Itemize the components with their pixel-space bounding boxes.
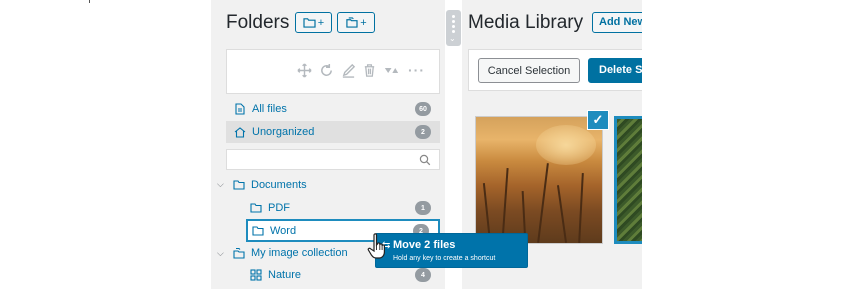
add-folder-label: + (317, 16, 325, 29)
image-highlight (536, 125, 596, 165)
folder-item-all-files[interactable]: All files 60 (226, 98, 440, 120)
folder-icon (250, 202, 262, 214)
chevron-down-icon: ⌄ (449, 34, 456, 43)
folder-label: Nature (268, 269, 302, 281)
folder-label: Documents (251, 179, 307, 191)
count-badge: 1 (415, 201, 431, 215)
media-folders-screen: Folders + + ··· All files 60 Unorganized… (0, 0, 850, 289)
edit-icon[interactable] (341, 63, 356, 81)
page-title: Media Library (468, 12, 584, 33)
sort-icon[interactable] (384, 63, 399, 81)
bulk-actions-bar: Cancel Selection Delete Selected (468, 49, 642, 91)
refresh-icon[interactable] (319, 63, 334, 81)
folder-icon (303, 18, 316, 28)
folder-label: PDF (268, 202, 290, 214)
folder-icon (252, 225, 264, 237)
handle-dot (452, 25, 455, 28)
folder-label: Word (270, 224, 297, 237)
drag-move-tooltip: ⇆ Move 2 files Hold any key to create a … (375, 233, 528, 268)
delete-selected-button[interactable]: Delete Selected (588, 58, 642, 83)
drag-title: Move 2 files (393, 239, 456, 251)
collection-icon (346, 17, 358, 28)
hand-cursor-icon (367, 233, 385, 259)
gallery-icon (250, 269, 262, 281)
image-detail (556, 185, 568, 243)
selected-check-icon[interactable]: ✓ (587, 110, 609, 130)
image-detail (537, 163, 549, 243)
more-icon[interactable]: ··· (408, 62, 425, 78)
collapse-documents-icon[interactable]: ⌵ (217, 179, 224, 190)
folder-label: Unorganized (252, 126, 315, 138)
move-icon[interactable] (297, 63, 312, 81)
collapse-collection-icon[interactable]: ⌵ (217, 248, 224, 259)
resize-handle[interactable]: ⌄ (446, 10, 461, 46)
handle-dot (452, 15, 455, 18)
media-thumbnail-selected[interactable] (614, 116, 642, 244)
media-thumbnail[interactable] (475, 116, 603, 244)
count-badge: 2 (415, 125, 431, 139)
collection-icon (233, 247, 245, 259)
sidebar-title: Folders (226, 12, 290, 33)
folder-item-pdf[interactable]: PDF 1 (246, 197, 440, 219)
add-new-button[interactable]: Add New (592, 12, 642, 33)
handle-dot (452, 30, 455, 33)
add-collection-button[interactable]: + (337, 12, 375, 33)
folder-search-input[interactable] (226, 149, 440, 170)
search-icon (419, 154, 431, 166)
folder-label: All files (252, 103, 287, 115)
folder-toolbar: ··· (226, 49, 440, 94)
trash-icon[interactable] (362, 63, 377, 81)
folder-icon (233, 179, 245, 191)
drag-hint: Hold any key to create a shortcut (393, 255, 496, 262)
divider (89, 0, 90, 3)
add-collection-label: + (360, 16, 367, 29)
folder-label: My image collection (251, 247, 348, 259)
handle-dot (452, 20, 455, 23)
cancel-selection-button[interactable]: Cancel Selection (478, 58, 580, 83)
folder-item-documents[interactable]: Documents (233, 174, 440, 196)
image-detail (501, 168, 509, 243)
file-icon (234, 103, 246, 115)
image-detail (578, 172, 584, 243)
folder-item-unorganized[interactable]: Unorganized 2 (226, 121, 440, 143)
add-folder-button[interactable]: + (295, 12, 332, 33)
count-badge: 4 (415, 268, 431, 282)
home-icon (234, 126, 246, 138)
count-badge: 60 (415, 102, 431, 116)
